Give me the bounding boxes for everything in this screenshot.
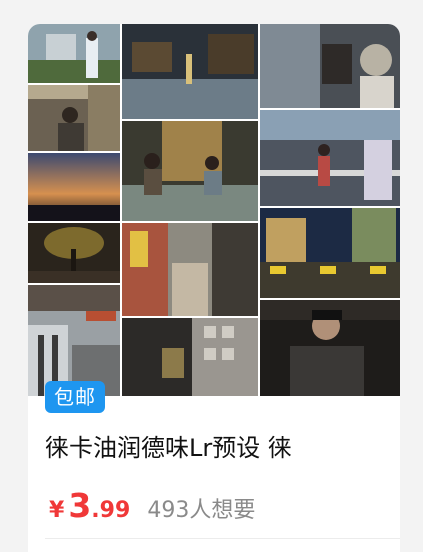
atm-street-photo bbox=[28, 285, 120, 396]
price-currency: ¥ bbox=[49, 498, 65, 523]
price-integer: 3 bbox=[68, 486, 92, 525]
free-shipping-badge: 包邮 bbox=[45, 381, 105, 413]
plaza-night-photo bbox=[122, 24, 258, 119]
divider bbox=[45, 538, 400, 539]
hallway-man-photo bbox=[28, 85, 120, 151]
photo-collage[interactable] bbox=[28, 24, 400, 396]
crosswalk-skater-photo bbox=[260, 110, 400, 206]
graffiti-alley-photo bbox=[122, 223, 258, 316]
man-phone-photo bbox=[260, 300, 400, 396]
lit-tree-photo bbox=[28, 223, 120, 283]
product-title[interactable]: 徕卡油润德味Lr预设 徕 bbox=[45, 428, 395, 468]
price-decimal: .99 bbox=[91, 498, 131, 523]
street-portrait-photo bbox=[28, 24, 120, 83]
city-buildings-photo bbox=[260, 208, 400, 298]
cafe-couple-photo bbox=[122, 121, 258, 221]
parked-bike-photo bbox=[260, 24, 400, 108]
metal-gate-photo bbox=[122, 318, 258, 396]
dusk-sky-photo bbox=[28, 153, 120, 221]
want-count: 493人想要 bbox=[147, 498, 256, 523]
product-card[interactable]: 包邮 徕卡油润德味Lr预设 徕 ¥3.99 493人想要 bbox=[28, 24, 400, 552]
price-row: ¥3.99 493人想要 bbox=[49, 486, 389, 530]
